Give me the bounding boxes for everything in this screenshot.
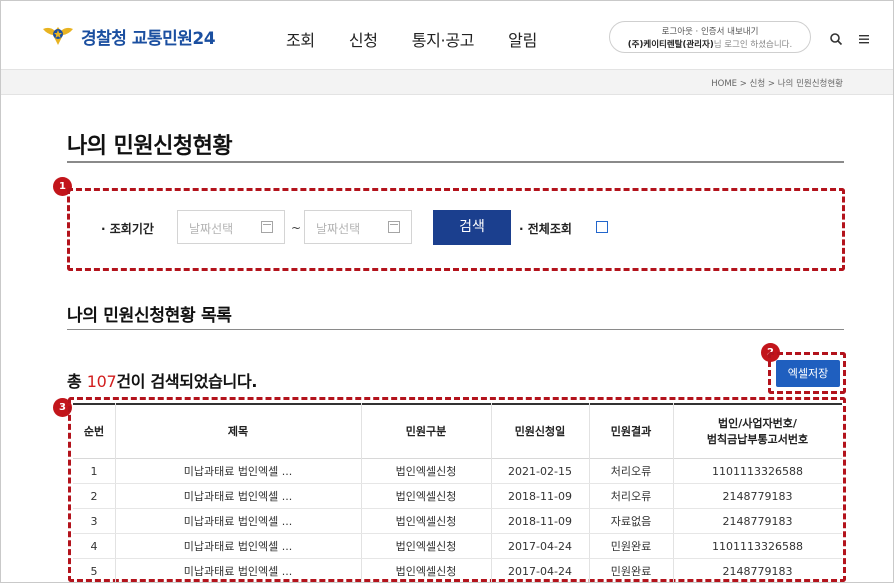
- list-title: 나의 민원신청현황 목록: [67, 306, 232, 326]
- nav-item-notice[interactable]: 통지·공고: [412, 27, 475, 51]
- cell-title[interactable]: 미납과태료 법인엑셀 ...: [115, 485, 361, 508]
- col-header-title: 제목: [227, 425, 249, 438]
- page-title: 나의 민원신청현황: [67, 134, 233, 159]
- logo-text: 경찰청 교통민원24: [81, 28, 216, 49]
- calendar-icon[interactable]: [261, 221, 273, 233]
- cell-result: 민원완료: [610, 540, 652, 553]
- login-suffix: 님 로그인 하셨습니다.: [713, 40, 793, 50]
- cell-number: 1101113326588: [712, 465, 803, 478]
- cell-title[interactable]: 미납과태료 법인엑셀 ...: [115, 510, 361, 533]
- result-prefix: 총: [67, 372, 87, 391]
- list-divider: [67, 329, 844, 330]
- breadcrumb-bar: HOME > 신청 > 나의 민원신청현황: [1, 69, 893, 95]
- col-header-date: 민원신청일: [514, 425, 566, 438]
- col-header-no: 순번: [83, 425, 105, 438]
- table-row[interactable]: 5 미납과태료 법인엑셀 ... 법인엑셀신청 2017-04-24 민원완료 …: [73, 560, 842, 582]
- page-frame: 경찰청 교통민원24 조회 신청 통지·공고 알림 로그아웃 · 인증서 내보내…: [0, 0, 894, 583]
- login-status-box: 로그아웃 · 인증서 내보내기 (주)케이티렌탈(관리자)님 로그인 하셨습니다…: [609, 21, 811, 53]
- date-to-placeholder: 날짜선택: [316, 222, 361, 236]
- site-header: 경찰청 교통민원24 조회 신청 통지·공고 알림 로그아웃 · 인증서 내보내…: [1, 1, 893, 69]
- cell-number: 1101113326588: [712, 540, 803, 553]
- cell-result: 민원완료: [610, 565, 652, 578]
- result-suffix: 건이 검색되었습니다.: [116, 372, 258, 391]
- period-label: · 조회기간: [101, 222, 154, 236]
- col-header-number: 법인/사업자번호/ 범칙금납부통고서번호: [706, 417, 809, 446]
- date-to-field[interactable]: 날짜선택: [304, 210, 412, 244]
- cell-type: 법인엑셀신청: [395, 515, 457, 528]
- police-emblem-icon: [41, 23, 75, 49]
- breadcrumb[interactable]: HOME > 신청 > 나의 민원신청현황: [711, 77, 843, 89]
- cell-no: 1: [90, 465, 98, 478]
- main-nav: 조회 신청 통지·공고 알림: [286, 27, 571, 51]
- cell-date: 2018-11-09: [508, 515, 572, 528]
- result-count-number: 107: [86, 372, 117, 391]
- col-header-result: 민원결과: [610, 425, 652, 438]
- nav-item-apply[interactable]: 신청: [349, 27, 378, 51]
- nav-item-inquiry[interactable]: 조회: [286, 27, 315, 51]
- cell-date: 2021-02-15: [508, 465, 572, 478]
- cell-title[interactable]: 미납과태료 법인엑셀 ...: [115, 560, 361, 582]
- cell-number: 2148779183: [722, 515, 793, 528]
- search-icon[interactable]: [829, 31, 843, 46]
- all-view-label: · 전체조회: [519, 222, 572, 236]
- nav-item-alert[interactable]: 알림: [508, 27, 537, 51]
- all-view-checkbox[interactable]: [596, 221, 608, 233]
- col-header-type: 민원구분: [405, 425, 447, 438]
- cell-type: 법인엑셀신청: [395, 540, 457, 553]
- cell-date: 2017-04-24: [508, 540, 572, 553]
- menu-icon[interactable]: [857, 31, 871, 45]
- table-row[interactable]: 3 미납과태료 법인엑셀 ... 법인엑셀신청 2018-11-09 자료없음 …: [73, 510, 842, 534]
- cell-number: 2148779183: [722, 565, 793, 578]
- cell-no: 4: [90, 540, 98, 553]
- cell-no: 5: [90, 565, 98, 578]
- cell-title[interactable]: 미납과태료 법인엑셀 ...: [115, 460, 361, 483]
- cell-type: 법인엑셀신청: [395, 465, 457, 478]
- cell-date: 2018-11-09: [508, 490, 572, 503]
- excel-save-button[interactable]: 엑셀저장: [776, 360, 840, 387]
- table-row[interactable]: 4 미납과태료 법인엑셀 ... 법인엑셀신청 2017-04-24 민원완료 …: [73, 535, 842, 559]
- table-row[interactable]: 2 미납과태료 법인엑셀 ... 법인엑셀신청 2018-11-09 처리오류 …: [73, 485, 842, 509]
- site-logo[interactable]: 경찰청 교통민원24: [41, 23, 216, 49]
- search-button[interactable]: 검색: [433, 210, 511, 245]
- cell-number: 2148779183: [722, 490, 793, 503]
- header-icons: [829, 31, 871, 46]
- cell-no: 2: [90, 490, 98, 503]
- table-header: 순번 제목 민원구분 민원신청일 민원결과 법인/사업자번호/ 범칙금납부통고서…: [73, 403, 842, 459]
- cell-title[interactable]: 미납과태료 법인엑셀 ...: [115, 535, 361, 558]
- calendar-icon[interactable]: [388, 221, 400, 233]
- cell-result: 처리오류: [610, 490, 652, 503]
- cell-type: 법인엑셀신청: [395, 565, 457, 578]
- title-divider: [67, 161, 844, 163]
- cell-type: 법인엑셀신청: [395, 490, 457, 503]
- cell-date: 2017-04-24: [508, 565, 572, 578]
- login-user-name: (주)케이티렌탈(관리자): [627, 40, 714, 50]
- login-user-info: (주)케이티렌탈(관리자)님 로그인 하셨습니다.: [610, 38, 810, 50]
- cell-result: 처리오류: [610, 465, 652, 478]
- cell-no: 3: [90, 515, 98, 528]
- date-range-separator: ~: [291, 221, 302, 235]
- table-row[interactable]: 1 미납과태료 법인엑셀 ... 법인엑셀신청 2021-02-15 처리오류 …: [73, 460, 842, 484]
- result-count: 총 107건이 검색되었습니다.: [67, 368, 257, 392]
- logout-cert-links[interactable]: 로그아웃 · 인증서 내보내기: [610, 25, 810, 37]
- date-from-field[interactable]: 날짜선택: [177, 210, 285, 244]
- cell-result: 자료없음: [610, 515, 652, 528]
- date-from-placeholder: 날짜선택: [189, 222, 234, 236]
